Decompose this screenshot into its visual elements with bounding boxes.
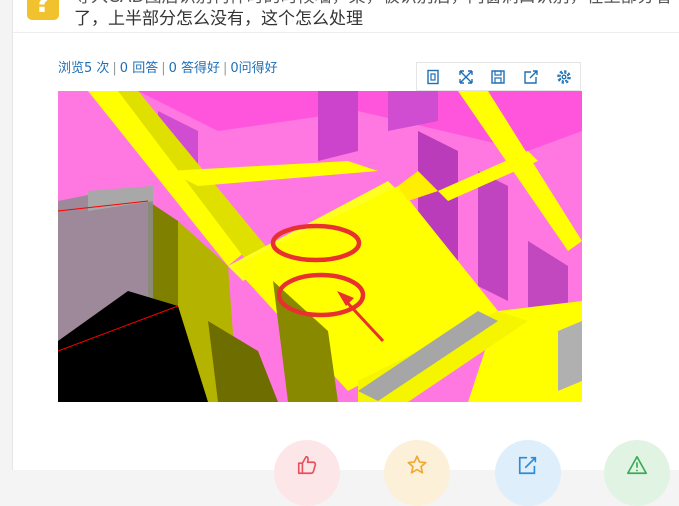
question-stats: 浏览5 次 | 0 回答 | 0 答得好 | 0问得好: [58, 61, 278, 76]
edit-share-icon: [518, 456, 537, 475]
like-button[interactable]: [274, 440, 340, 506]
original-size-button[interactable]: [422, 66, 444, 88]
views-count: 浏览5 次: [58, 61, 110, 76]
warning-icon: [627, 455, 647, 475]
favorite-button[interactable]: [384, 440, 450, 506]
image-toolbar: [416, 62, 581, 91]
thumbs-up-icon: [297, 455, 317, 475]
settings-button[interactable]: [553, 66, 575, 88]
report-button[interactable]: [604, 440, 670, 506]
save-icon: [491, 69, 506, 84]
question-title: 导入CAD图后识别构件时的时候墙，梁，板识别后，门窗洞口识别，在上部分看不见了 …: [74, 0, 674, 30]
share-button[interactable]: [495, 440, 561, 506]
question-mark-icon: ?: [27, 0, 59, 20]
question-title-line-2: 了，上半部分怎么没有，这个怎么处理: [74, 9, 363, 29]
gear-icon: [556, 69, 571, 84]
cad-3d-model-screenshot: [58, 91, 582, 402]
share-image-button[interactable]: [520, 66, 542, 88]
star-icon: [407, 455, 427, 474]
save-image-button[interactable]: [487, 66, 509, 88]
good-questions-count: 0问得好: [230, 61, 278, 76]
fullscreen-button[interactable]: [455, 66, 477, 88]
fullscreen-icon: [459, 69, 473, 84]
title-divider: [13, 32, 679, 33]
question-image[interactable]: [58, 91, 582, 402]
share-icon: [524, 69, 538, 84]
original-size-icon: [427, 69, 439, 84]
good-answers-count: 0 答得好: [168, 61, 220, 76]
question-title-line-1: 导入CAD图后识别构件时的时候墙，梁，板识别后，门窗洞口识别，在上部分看不见了: [74, 0, 674, 8]
answers-count[interactable]: 0 回答: [120, 61, 158, 76]
